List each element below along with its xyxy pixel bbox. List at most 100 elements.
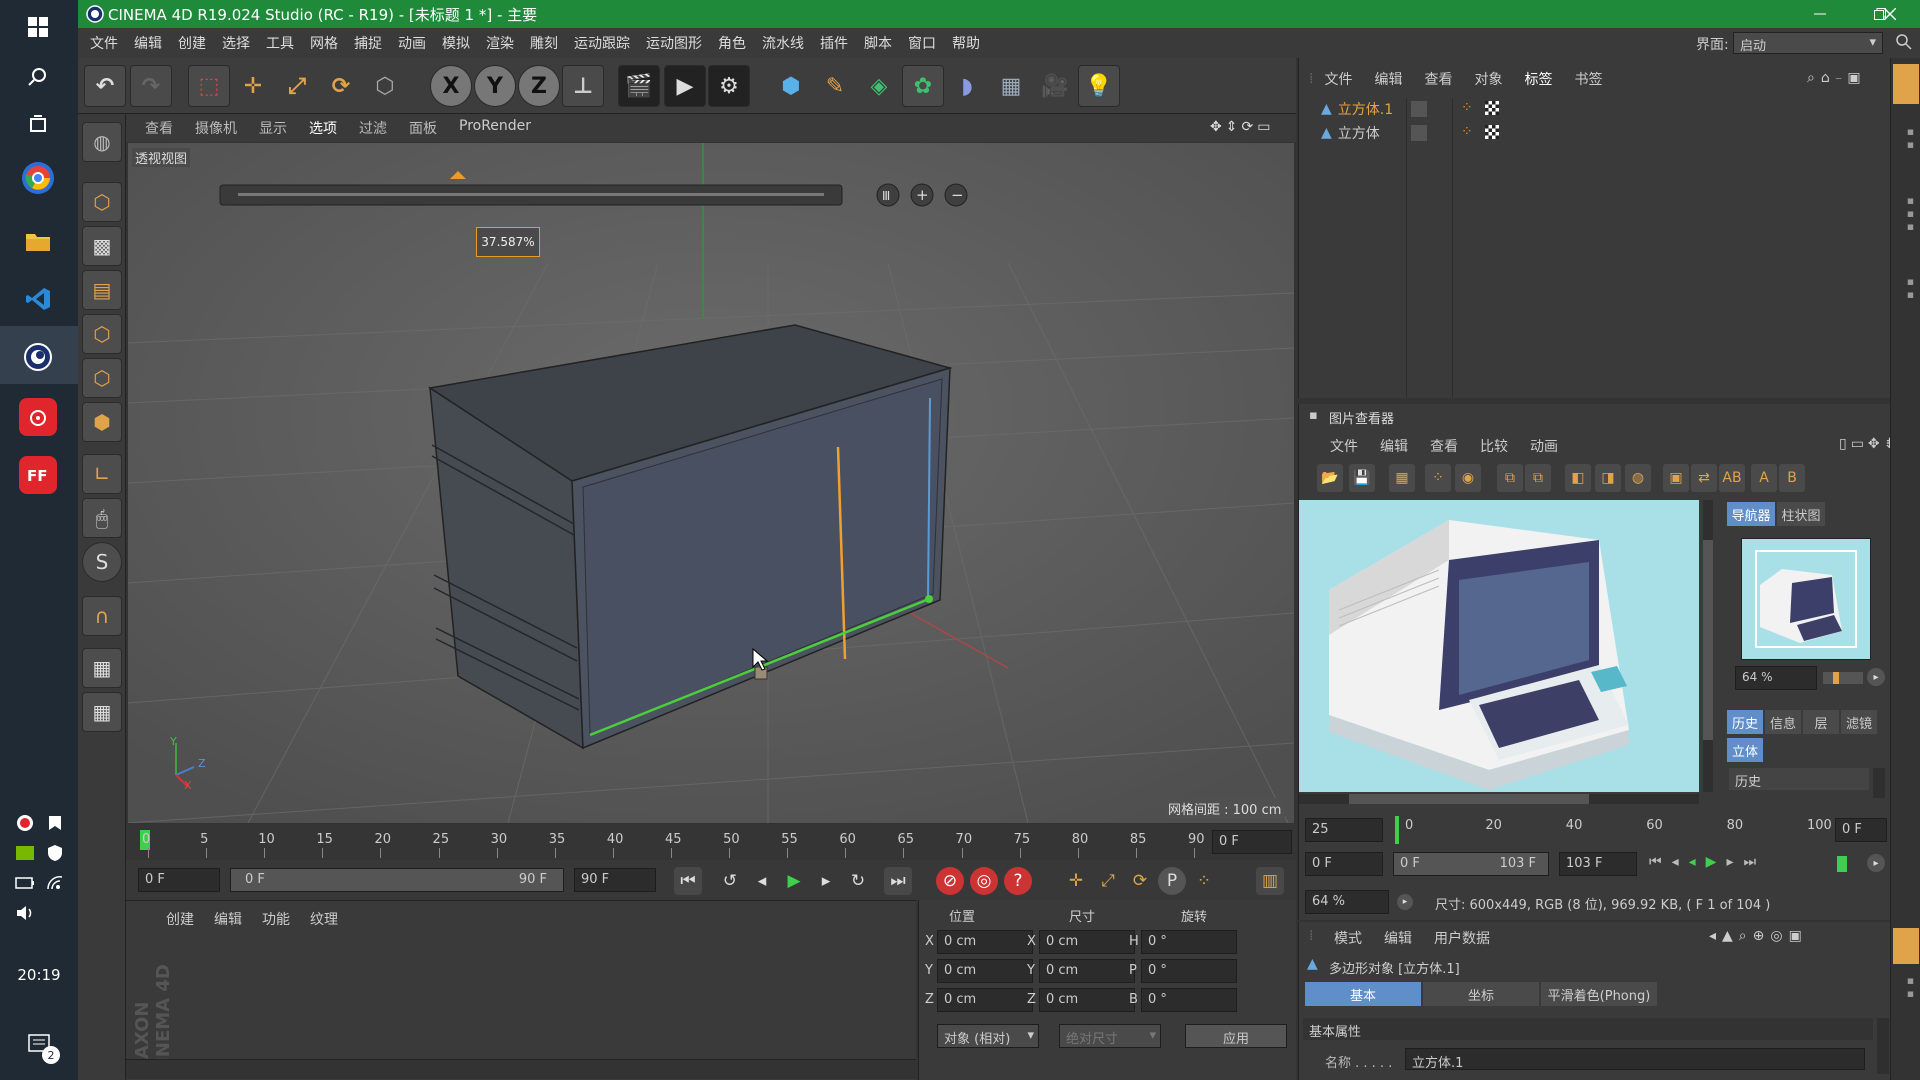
pv-info-tab-3[interactable]: 滤镜 — [1841, 710, 1877, 734]
menu-item-15[interactable]: 插件 — [812, 33, 856, 53]
recent-tool-button[interactable]: ⬡ — [364, 65, 406, 107]
tab-basic[interactable]: 基本 — [1305, 982, 1421, 1006]
menu-item-12[interactable]: 运动图形 — [638, 33, 710, 53]
render-to-picture-viewer-button[interactable]: ▶ — [664, 65, 706, 107]
selected-point[interactable] — [925, 595, 933, 603]
pv-options-button[interactable]: ▸ — [1867, 854, 1885, 872]
viewport-menu-item-3[interactable]: 选项 — [298, 118, 348, 138]
windows-start-icon[interactable] — [19, 8, 57, 46]
menu-item-13[interactable]: 角色 — [710, 33, 754, 53]
history-scrollbar[interactable] — [1873, 768, 1885, 798]
lock-workplane-button[interactable]: ▦ — [82, 648, 122, 688]
point-mode-button[interactable]: ⬡ — [82, 314, 122, 354]
layout-select[interactable]: 启动 ▾ — [1733, 32, 1883, 54]
swap-view-icon[interactable]: ⇄ — [1691, 464, 1717, 492]
split-view-icon[interactable]: ▣ — [1663, 464, 1689, 492]
viewport-nav-icons[interactable]: ✥⇕⟳▭ — [1210, 119, 1274, 135]
attribute-scrollbar[interactable] — [1877, 1018, 1889, 1074]
person-icon[interactable]: ◉ — [1455, 464, 1481, 492]
grid-icon[interactable]: ▦ — [1389, 464, 1415, 492]
pv-frame-field[interactable]: 0 F — [1835, 818, 1887, 842]
menu-item-9[interactable]: 渲染 — [478, 33, 522, 53]
material-menu-item-3[interactable]: 纹理 — [300, 909, 348, 929]
chrome-app-icon[interactable] — [22, 162, 54, 194]
snap-button[interactable]: S — [82, 542, 122, 582]
attribute-menu-item-2[interactable]: 用户数据 — [1423, 928, 1501, 948]
texture-mode-button[interactable]: ▩ — [82, 226, 122, 266]
attribute-menu-item-1[interactable]: 编辑 — [1373, 928, 1423, 948]
position-x-field[interactable]: 0 cm — [937, 930, 1033, 954]
cloner-button[interactable]: ✿ — [902, 65, 944, 107]
ab-compare-icon[interactable]: ◧ — [1565, 464, 1591, 492]
app-ff-icon[interactable]: FF — [19, 456, 57, 494]
render-regions-icon[interactable]: ⁘ — [1425, 464, 1451, 492]
subdivision-surface-button[interactable]: ◈ — [858, 65, 900, 107]
picture-viewer-menu-item-1[interactable]: 编辑 — [1369, 436, 1419, 456]
object-menu-item-2[interactable]: 查看 — [1413, 69, 1463, 89]
floor-button[interactable]: ▦ — [990, 65, 1032, 107]
side-tab-4[interactable]: ▪▪ — [1895, 268, 1917, 308]
apply-button[interactable]: 应用 — [1185, 1024, 1287, 1048]
rotation-b-field[interactable]: 0 ° — [1141, 988, 1237, 1012]
channel-a-icon[interactable]: A — [1751, 464, 1777, 492]
viewport-menu-item-5[interactable]: 面板 — [398, 118, 448, 138]
minimize-button[interactable] — [1790, 0, 1850, 28]
object-row[interactable]: ▲ 立方体 — [1321, 122, 1380, 144]
timeline-ruler[interactable]: 0 5 10 15 20 25 30 35 40 45 50 55 60 65 70 75 80 85 90 0 F — [126, 824, 1296, 860]
material-menu-item-2[interactable]: 功能 — [252, 909, 300, 929]
taskbar-clock[interactable]: 20:19 — [0, 966, 78, 984]
pv-zoom-field[interactable]: 64 % — [1305, 890, 1389, 914]
render-settings-button[interactable]: ⚙ — [708, 65, 750, 107]
security-tray-icon[interactable] — [44, 842, 66, 864]
menu-item-18[interactable]: 帮助 — [944, 33, 988, 53]
object-name-input[interactable]: 立方体.1 — [1405, 1048, 1865, 1071]
search-icon[interactable] — [1896, 34, 1914, 52]
pv-info-tab-2[interactable]: 层 — [1803, 710, 1839, 734]
menu-item-16[interactable]: 脚本 — [856, 33, 900, 53]
viewport-menu-item-2[interactable]: 显示 — [248, 118, 298, 138]
make-editable-button[interactable]: ◍ — [82, 122, 122, 162]
image-horizontal-scrollbar[interactable] — [1299, 794, 1699, 804]
planar-workplane-button[interactable]: ▦ — [82, 692, 122, 732]
size-z-field[interactable]: 0 cm — [1039, 988, 1135, 1012]
visibility-toggle[interactable] — [1411, 101, 1427, 117]
side-tab-layers[interactable]: ▪▪ — [1895, 972, 1917, 1002]
end-frame-field[interactable]: 90 F — [574, 868, 656, 892]
material-menu-item-1[interactable]: 编辑 — [204, 909, 252, 929]
picture-viewer-menu-item-0[interactable]: 文件 — [1319, 436, 1369, 456]
menu-item-7[interactable]: 动画 — [390, 33, 434, 53]
open-file-icon[interactable]: 📂 — [1317, 464, 1343, 492]
position-z-field[interactable]: 0 cm — [937, 988, 1033, 1012]
position-y-field[interactable]: 0 cm — [937, 959, 1033, 983]
viewport-menu-item-0[interactable]: 查看 — [134, 118, 184, 138]
edge-mode-button[interactable]: ⬡ — [82, 358, 122, 398]
x-axis-lock-button[interactable]: X — [430, 65, 472, 107]
navigator-thumbnail[interactable] — [1741, 538, 1871, 660]
timeline-window-button[interactable]: ▥ — [1256, 867, 1284, 895]
copy-alt-icon[interactable]: ⧉ — [1525, 464, 1551, 492]
workplane-mode-button[interactable]: ▤ — [82, 270, 122, 310]
nvidia-tray-icon[interactable] — [14, 842, 36, 864]
redo-button[interactable]: ↷ — [130, 65, 172, 107]
file-explorer-icon[interactable] — [19, 222, 57, 260]
bend-deformer-button[interactable]: ◗ — [946, 65, 988, 107]
z-axis-lock-button[interactable]: Z — [518, 65, 560, 107]
light-button[interactable]: 💡 — [1078, 65, 1120, 107]
move-tool-button[interactable]: ✛ — [232, 65, 274, 107]
object-menu-item-3[interactable]: 对象 — [1463, 69, 1513, 89]
viewport-menu-item-4[interactable]: 过滤 — [348, 118, 398, 138]
menu-item-14[interactable]: 流水线 — [754, 33, 812, 53]
save-icon[interactable]: 💾 — [1349, 464, 1375, 492]
tab-stereo[interactable]: 立体 — [1727, 738, 1763, 762]
pv-start-field[interactable]: 0 F — [1305, 852, 1383, 876]
key-point-level-button[interactable]: ⁘ — [1190, 867, 1218, 895]
pv-loop-toggle[interactable] — [1837, 856, 1847, 872]
y-axis-lock-button[interactable]: Y — [474, 65, 516, 107]
size-x-field[interactable]: 0 cm — [1039, 930, 1135, 954]
pv-playhead[interactable] — [1395, 816, 1399, 844]
perspective-viewport[interactable]: Ⅲ + − 透视视图 37.587% 网格间距 : 100 cm Y Z X — [128, 143, 1294, 823]
fps-field[interactable]: 25 — [1305, 818, 1383, 842]
tweak-mode-button[interactable]: 🖱 — [82, 498, 122, 538]
undo-button[interactable]: ↶ — [84, 65, 126, 107]
vscode-app-icon[interactable] — [19, 280, 57, 318]
